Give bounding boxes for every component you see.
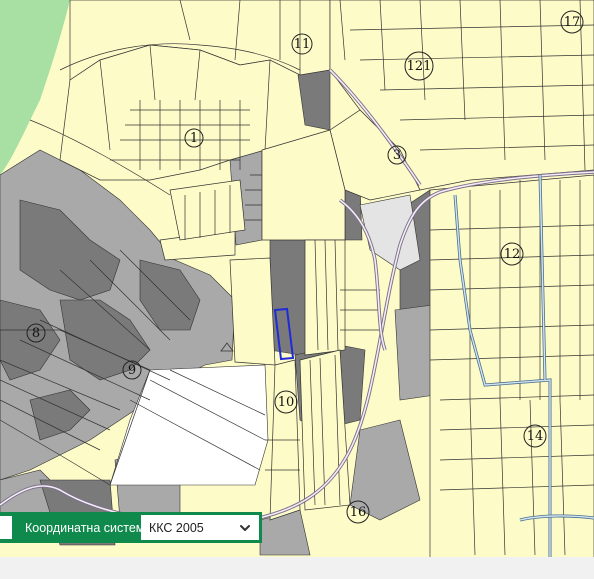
parcel-label-1: 1 — [184, 128, 204, 148]
parcel-label-10: 10 — [274, 390, 298, 414]
parcel-label-text: 10 — [278, 395, 295, 410]
parcel-label-9: 9 — [122, 360, 142, 380]
parcel-label-3: 3 — [387, 145, 407, 165]
parcel-label-text: 3 — [393, 148, 401, 163]
parcel-label-text: 121 — [407, 59, 432, 74]
coordinate-system-label: Координатна система — [25, 520, 152, 535]
parcel-label-11: 11 — [291, 33, 313, 55]
bottom-strip — [0, 557, 594, 579]
parcel-label-text: 11 — [294, 37, 311, 52]
crs-left-cap — [0, 516, 12, 539]
parcel-label-text: 16 — [350, 505, 367, 520]
parcel-label-text: 8 — [32, 326, 40, 341]
parcel-label-16: 16 — [346, 500, 370, 524]
parcel-label-12: 12 — [500, 242, 524, 266]
cadastral-map[interactable]: 17 11 121 1 3 12 8 9 10 14 16 — [0, 0, 594, 579]
parcel-label-text: 17 — [564, 15, 581, 30]
coordinate-system-value: ККС 2005 — [149, 520, 204, 535]
coordinate-system-select[interactable]: ККС 2005 — [141, 515, 259, 540]
parcel-label-121: 121 — [404, 51, 434, 81]
parcel-label-17: 17 — [560, 10, 584, 34]
parcel-label-8: 8 — [26, 323, 46, 343]
parcel-label-text: 1 — [190, 131, 198, 146]
parcel-label-14: 14 — [523, 424, 547, 448]
parcel-label-text: 12 — [504, 247, 521, 262]
chevron-down-icon — [240, 524, 250, 531]
parcel-label-text: 14 — [527, 429, 544, 444]
parcel-label-text: 9 — [128, 363, 136, 378]
coordinate-system-bar: Координатна система ККС 2005 — [0, 512, 262, 543]
